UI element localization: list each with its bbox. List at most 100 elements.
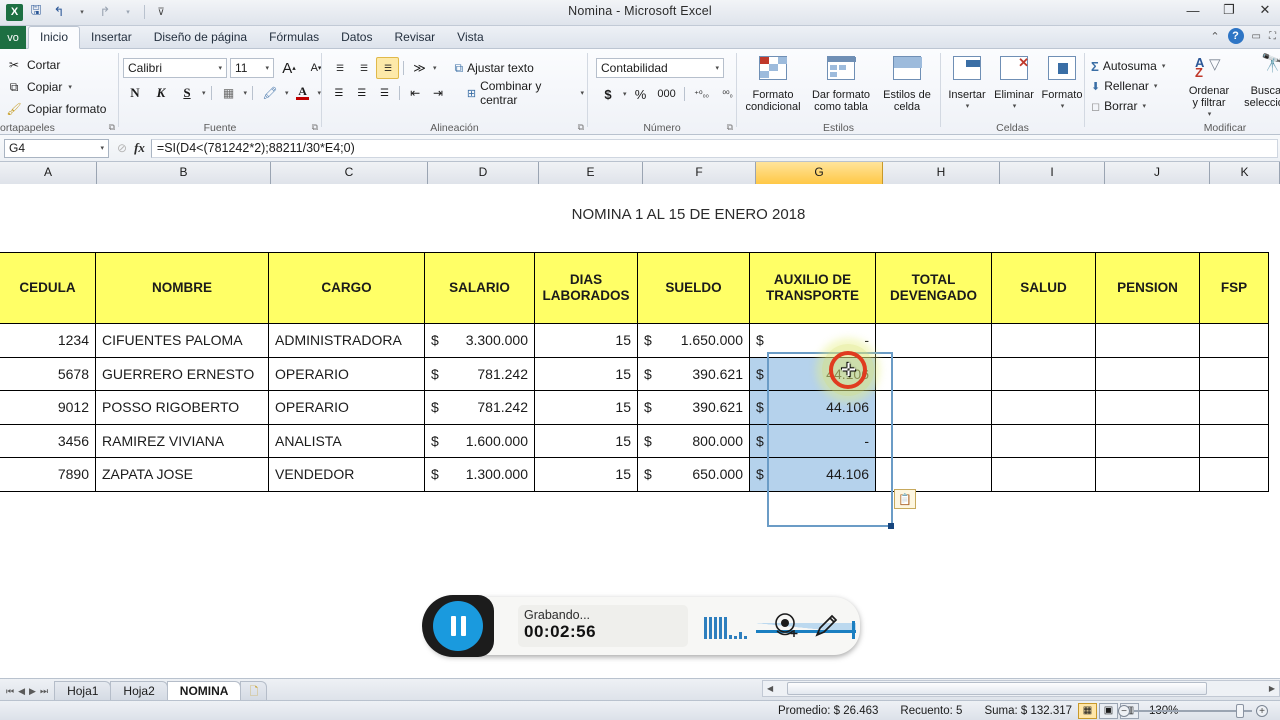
horizontal-scrollbar[interactable]: ◀ ▶ xyxy=(762,680,1280,697)
chevron-down-icon[interactable]: ▾ xyxy=(715,64,719,72)
cell-sueldo[interactable]: $1.650.000 xyxy=(637,323,750,358)
tab-inicio[interactable]: Inicio xyxy=(28,26,81,49)
sheet-tab-hoja1[interactable]: Hoja1 xyxy=(54,681,112,700)
table-row[interactable]: 1234 CIFUENTES PALOMA ADMINISTRADORA $3.300… xyxy=(0,323,1280,358)
delete-cells-button[interactable]: ✕ Eliminar ▾ xyxy=(992,55,1036,113)
italic-button[interactable]: K xyxy=(149,82,173,104)
cell-fsp[interactable] xyxy=(1199,390,1269,425)
formula-input[interactable]: =SI(D4<(781242*2);88211/30*E4;0) xyxy=(150,138,1278,158)
decrease-indent-icon[interactable]: ⇤ xyxy=(404,82,426,104)
cell-cargo[interactable]: ADMINISTRADORA xyxy=(268,323,425,358)
align-center-button[interactable]: ☰ xyxy=(351,82,373,104)
cell-salario[interactable]: $3.300.000 xyxy=(424,323,535,358)
percent-format-button[interactable]: % xyxy=(629,83,653,105)
cell-cedula[interactable]: 5678 xyxy=(0,356,96,391)
cell-salud[interactable] xyxy=(991,423,1096,458)
align-middle-button[interactable]: ☰ xyxy=(352,57,375,79)
cell-fsp[interactable] xyxy=(1199,457,1269,492)
cell-auxilio-transporte[interactable]: $44.106 xyxy=(749,457,876,492)
fill-handle[interactable] xyxy=(888,523,894,529)
autosum-dropdown-icon[interactable]: ▾ xyxy=(1162,62,1166,70)
insert-function-icon[interactable]: fx xyxy=(134,140,145,156)
currency-format-button[interactable]: $ xyxy=(596,83,620,105)
ribbon-collapse-icon[interactable]: ⌃ xyxy=(1210,30,1219,43)
format-painter-button[interactable]: 🖌 Copiar formato xyxy=(4,98,106,120)
fill-color-icon[interactable]: 🖍 xyxy=(258,82,282,104)
tab-archivo[interactable]: vo xyxy=(0,26,26,49)
cell-auxilio-transporte[interactable]: $ - xyxy=(749,423,876,458)
underline-dropdown-icon[interactable]: ▾ xyxy=(202,89,206,97)
cell-salario[interactable]: $781.242 xyxy=(424,356,535,391)
cell-pension[interactable] xyxy=(1095,423,1200,458)
zoom-knob[interactable] xyxy=(1236,704,1244,718)
zoom-out-button[interactable]: − xyxy=(1118,705,1130,717)
zoom-in-button[interactable]: + xyxy=(1256,705,1268,717)
number-format-select[interactable]: Contabilidad ▾ xyxy=(596,58,724,78)
cell-nombre[interactable]: GUERRERO ERNESTO xyxy=(95,356,269,391)
cell-styles-button[interactable]: Estilos de celda xyxy=(879,55,935,113)
insert-cells-button[interactable]: Insertar ▾ xyxy=(946,55,988,113)
cell-sueldo[interactable]: $390.621 xyxy=(637,390,750,425)
restore-button[interactable]: ❐ xyxy=(1218,2,1240,18)
font-dialog-launcher[interactable]: ⧉ xyxy=(312,122,318,133)
font-size-select[interactable]: 11 ▾ xyxy=(230,58,274,78)
cell-total-devengado[interactable] xyxy=(875,356,992,391)
cell-fsp[interactable] xyxy=(1199,356,1269,391)
font-family-select[interactable]: Calibri ▾ xyxy=(123,58,227,78)
scroll-right-icon[interactable]: ▶ xyxy=(1269,684,1275,693)
grid-row-title[interactable]: NOMINA 1 AL 15 DE ENERO 2018 xyxy=(0,198,1280,232)
tab-revisar[interactable]: Revisar xyxy=(383,26,446,49)
delete-dropdown-icon[interactable]: ▾ xyxy=(1013,101,1017,113)
cell-cargo[interactable]: OPERARIO xyxy=(268,356,425,391)
cell-total-devengado[interactable] xyxy=(875,323,992,358)
sort-filter-button[interactable]: A Z ▽ Ordenar y filtrar ▾ xyxy=(1185,56,1233,121)
copy-dropdown-icon[interactable]: ▾ xyxy=(68,83,72,91)
cancel-formula-icon[interactable]: ⊘ xyxy=(117,141,127,155)
recorder-pause-area[interactable] xyxy=(422,595,494,657)
cell-total-devengado[interactable] xyxy=(875,423,992,458)
copy-button[interactable]: ⧉ Copiar ▾ xyxy=(4,76,106,98)
minimize-ribbon-icon[interactable]: ▭ xyxy=(1252,31,1261,42)
sheet-tabs[interactable]: Hoja1 Hoja2 NOMINA xyxy=(54,681,242,700)
column-header-E[interactable]: E xyxy=(539,162,643,184)
horizontal-scroll-thumb[interactable] xyxy=(787,682,1207,695)
clear-dropdown-icon[interactable]: ▾ xyxy=(1142,102,1146,110)
merge-dropdown-icon[interactable]: ▾ xyxy=(581,89,585,97)
name-box[interactable]: G4 ▾ xyxy=(4,138,109,158)
webcam-button[interactable] xyxy=(771,611,801,641)
column-header-I[interactable]: I xyxy=(1000,162,1105,184)
orientation-dropdown-icon[interactable]: ▾ xyxy=(433,64,437,72)
sheet-tab-nomina[interactable]: NOMINA xyxy=(166,681,242,700)
cell-pension[interactable] xyxy=(1095,323,1200,358)
borders-icon[interactable]: ▦ xyxy=(217,82,241,104)
cell-cedula[interactable]: 7890 xyxy=(0,457,96,492)
table-row[interactable]: 9012 POSSO RIGOBERTO OPERARIO $781.242 15 $39… xyxy=(0,390,1280,425)
volume-slider-knob[interactable] xyxy=(852,621,855,639)
wrap-text-button[interactable]: ⧉ Ajustar texto xyxy=(452,57,537,79)
increase-indent-icon[interactable]: ⇥ xyxy=(427,82,449,104)
cell-sueldo[interactable]: $390.621 xyxy=(637,356,750,391)
tab-insertar[interactable]: Insertar xyxy=(80,26,143,49)
align-top-button[interactable]: ☰ xyxy=(328,57,351,79)
align-right-button[interactable]: ☰ xyxy=(374,82,396,104)
underline-button[interactable]: S xyxy=(175,82,199,104)
merge-center-button[interactable]: ⊞ Combinar y centrar ▾ xyxy=(464,79,587,107)
cell-salud[interactable] xyxy=(991,457,1096,492)
pause-button[interactable] xyxy=(433,601,483,651)
ribbon-help-group[interactable]: ⌃ ? ▭ ⛶ xyxy=(1210,28,1276,44)
cell-sueldo[interactable]: $800.000 xyxy=(637,423,750,458)
cell-nombre[interactable]: POSSO RIGOBERTO xyxy=(95,390,269,425)
first-sheet-icon[interactable]: ⏮ xyxy=(6,686,14,697)
format-cells-button[interactable]: Formato ▾ xyxy=(1040,55,1084,113)
autosum-button[interactable]: Σ Autosuma ▾ xyxy=(1091,56,1165,76)
tab-diseño-de-página[interactable]: Diseño de página xyxy=(143,26,258,49)
chevron-down-icon[interactable]: ▾ xyxy=(218,64,222,72)
formula-bar-buttons[interactable]: ⊘ fx xyxy=(117,140,145,156)
column-header-H[interactable]: H xyxy=(883,162,1000,184)
cell-nombre[interactable]: RAMIREZ VIVIANA xyxy=(95,423,269,458)
fill-button[interactable]: ⬇ Rellenar ▾ xyxy=(1091,76,1165,96)
restore-window-icon[interactable]: ⛶ xyxy=(1269,31,1276,42)
column-header-F[interactable]: F xyxy=(643,162,756,184)
cell-cedula[interactable]: 3456 xyxy=(0,423,96,458)
cell-cedula[interactable]: 1234 xyxy=(0,323,96,358)
